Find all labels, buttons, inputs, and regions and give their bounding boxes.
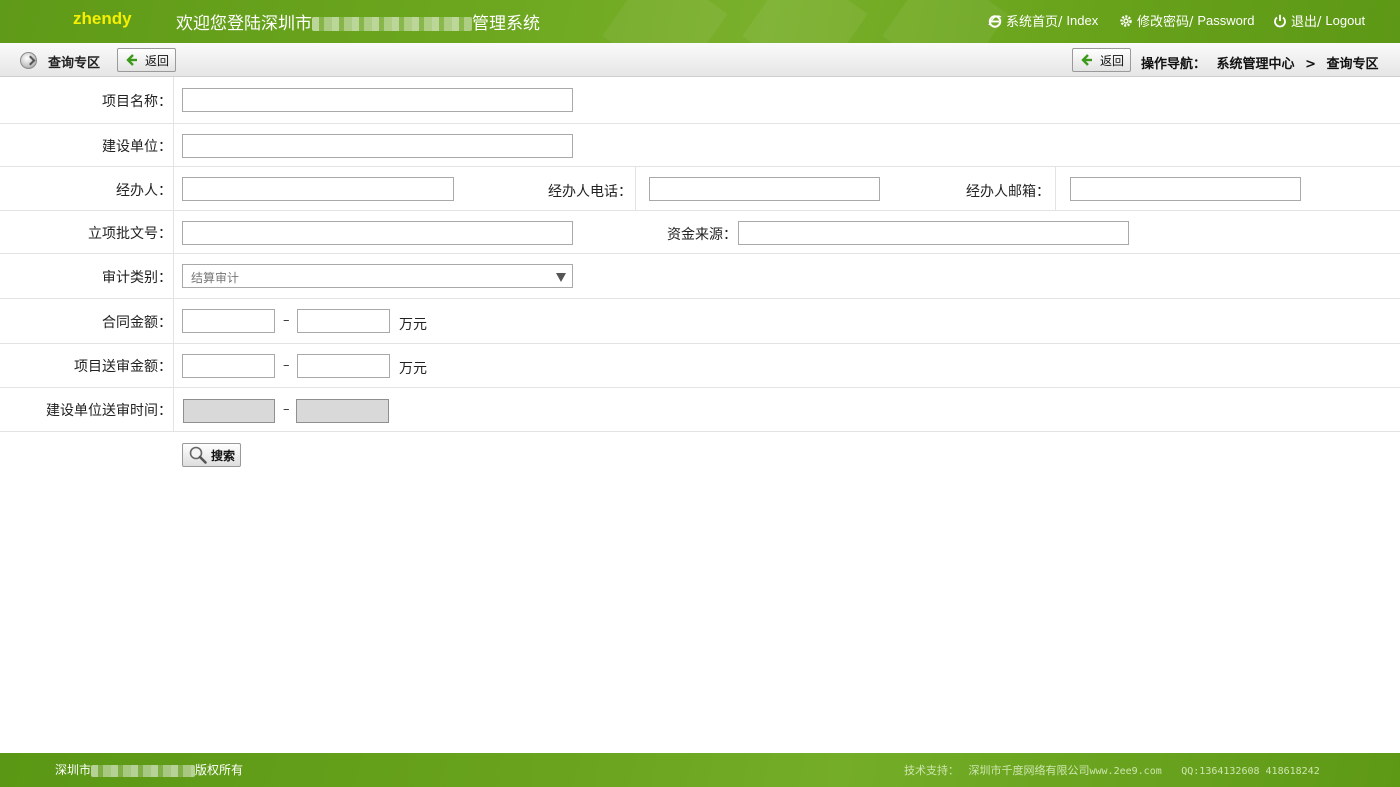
support-site[interactable]: www.2ee9.com [1090,766,1162,777]
build-unit-label: 建设单位： [102,139,172,155]
range-dash: – [283,402,290,417]
magnifier-icon [189,446,207,464]
nav-password-link[interactable]: 修改密码/Password [1119,11,1254,30]
audit-type-selected-value: 结算审计 [191,271,240,285]
back-arrow-icon [1081,54,1092,66]
nav-home-label: 系统首页/ [1006,15,1063,30]
contract-amount-from-input[interactable] [182,309,275,333]
unit-label: 万元 [399,361,427,377]
agent-email-input[interactable] [1070,177,1301,201]
redacted-name [312,17,472,31]
form-row-contract-amount: 合同金额： – 万元 [0,299,1400,344]
nav-logout-en: Logout [1325,13,1366,28]
back-button-left[interactable]: 返回 [117,48,176,72]
brand-logo: zhendy [73,9,132,28]
redacted-name [91,764,196,777]
column-divider [1055,167,1056,210]
search-button[interactable]: 搜索 [182,443,241,467]
welcome-prefix: 欢迎您登陆深圳市 [176,14,312,34]
project-name-label: 项目名称： [102,94,172,110]
support-label: 技术支持： [904,764,959,777]
nav-logout-link[interactable]: 退出/Logout [1273,11,1365,30]
header-decoration [602,0,728,43]
submit-amount-from-input[interactable] [182,354,275,378]
submit-amount-to-input[interactable] [297,354,390,378]
sub-toolbar: 查询专区 返回 返回 操作导航： 系统管理中心 > 查询专区 [0,43,1400,77]
nav-home-link[interactable]: 系统首页/Index [988,11,1098,30]
form-row-approval: 立项批文号： 资金来源： [0,211,1400,254]
tech-support-text: 技术支持： 深圳市千度网络有限公司www.2ee9.com QQ:1364132… [904,762,1320,778]
power-icon [1274,14,1286,27]
unit-label: 万元 [399,317,427,333]
agent-phone-label: 经办人电话： [548,184,632,200]
breadcrumb-label: 操作导航： [1141,57,1207,72]
agent-label: 经办人： [116,183,172,199]
top-header: zhendy 欢迎您登陆深圳市 管理系统 系统首页/Index 修改密码/Pass… [0,0,1400,43]
fund-source-label: 资金来源： [667,227,737,243]
form-row-submit-time: 建设单位送审时间： – [0,388,1400,432]
build-unit-input[interactable] [182,134,573,158]
agent-phone-input[interactable] [649,177,880,201]
approval-no-input[interactable] [182,221,573,245]
agent-email-label: 经办人邮箱： [966,184,1050,200]
breadcrumb-separator: > [1305,57,1316,72]
approval-no-label: 立项批文号： [88,226,172,242]
breadcrumb-item-system-center[interactable]: 系统管理中心 [1217,57,1295,72]
audit-type-label: 审计类别： [102,270,172,286]
nav-password-en: Password [1197,13,1255,28]
ie-icon [988,14,1002,28]
copyright-text: 深圳市 版权所有 [55,761,243,778]
breadcrumb: 操作导航： 系统管理中心 > 查询专区 [1141,53,1385,72]
welcome-title: 欢迎您登陆深圳市 管理系统 [176,9,540,34]
contract-amount-to-input[interactable] [297,309,390,333]
welcome-suffix: 管理系统 [472,14,540,34]
form-row-agent: 经办人： 经办人电话： 经办人邮箱： [0,167,1400,211]
contract-amount-label: 合同金额： [102,315,172,331]
form-row-audit-type: 审计类别： 结算审计 [0,254,1400,299]
gear-icon [1120,14,1132,27]
submit-amount-label: 项目送审金额： [74,359,172,375]
range-dash: – [283,358,290,373]
submit-time-to-input[interactable] [296,399,389,423]
copyright-prefix: 深圳市 [55,763,92,777]
audit-type-select[interactable]: 结算审计 [182,264,573,288]
back-button-right[interactable]: 返回 [1072,48,1131,72]
nav-password-label: 修改密码/ [1137,15,1194,30]
footer: 深圳市 版权所有 技术支持： 深圳市千度网络有限公司www.2ee9.com QQ… [0,753,1400,787]
submit-time-label: 建设单位送审时间： [46,403,172,419]
zone-title: 查询专区 [48,56,101,71]
back-arrow-icon [126,54,137,66]
column-divider [635,167,636,210]
form-row-build-unit: 建设单位： [0,124,1400,167]
form-row-project-name: 项目名称： [0,77,1400,124]
back-button-label: 返回 [145,53,170,68]
project-name-input[interactable] [182,88,573,112]
copyright-suffix: 版权所有 [195,763,244,777]
agent-input[interactable] [182,177,454,201]
nav-home-en: Index [1066,13,1099,28]
nav-logout-label: 退出/ [1291,15,1322,30]
submit-time-from-input[interactable] [183,399,275,423]
support-qq: QQ:1364132608 418618242 [1181,766,1320,777]
form-row-submit-amount: 项目送审金额： – 万元 [0,344,1400,388]
breadcrumb-item-query-zone: 查询专区 [1326,57,1379,72]
dropdown-arrow-icon [556,273,566,282]
header-decoration [742,0,868,43]
fund-source-input[interactable] [738,221,1129,245]
section-arrow-icon [20,52,37,69]
range-dash: – [283,313,290,328]
support-company[interactable]: 深圳市千度网络有限公司 [969,764,1090,777]
search-button-label: 搜索 [211,448,236,463]
back-button-label: 返回 [1100,53,1125,68]
